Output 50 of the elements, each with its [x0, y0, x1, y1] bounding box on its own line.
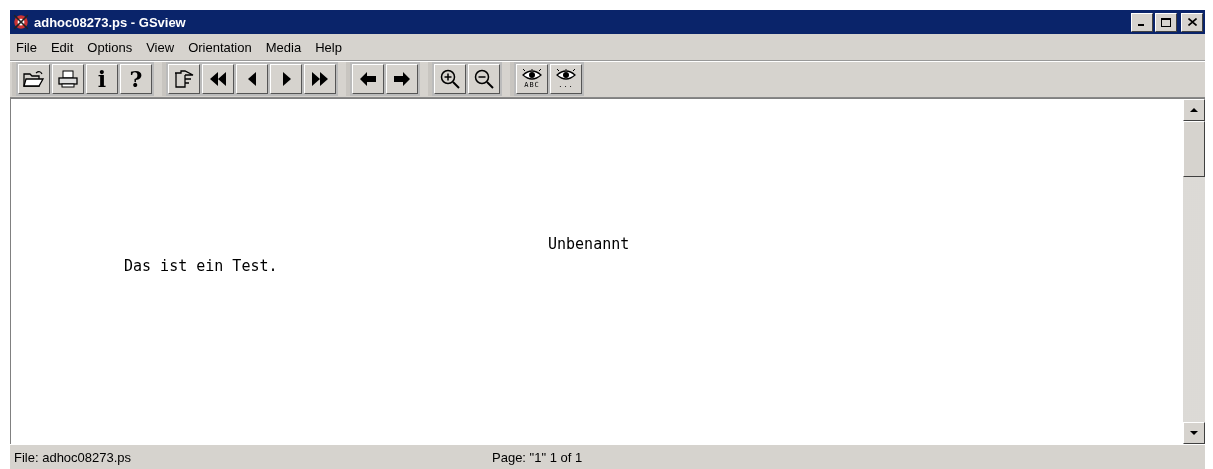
close-icon	[1187, 18, 1197, 26]
previous-icon	[247, 72, 257, 86]
menu-item[interactable]: Edit	[50, 39, 74, 55]
first-page-icon	[209, 72, 227, 86]
printer-icon	[57, 70, 79, 88]
zoom-in-icon	[440, 69, 460, 89]
scroll-up-button[interactable]	[1183, 99, 1205, 121]
menu-item[interactable]: Orientation	[188, 39, 252, 55]
open-button[interactable]	[18, 64, 50, 94]
vertical-scrollbar[interactable]	[1183, 99, 1205, 444]
eye-icon	[522, 69, 542, 81]
document-text: Das ist ein Test.	[124, 257, 278, 275]
scroll-thumb[interactable]	[1183, 121, 1205, 177]
forward-button[interactable]	[386, 64, 418, 94]
maximize-icon	[1161, 17, 1171, 27]
print-button[interactable]	[52, 64, 84, 94]
toolbar-button[interactable]: i	[86, 64, 118, 94]
hand-button[interactable]	[168, 64, 200, 94]
maximize-button[interactable]	[1155, 12, 1177, 32]
zoom-in-button[interactable]	[434, 64, 466, 94]
menu-item[interactable]: File	[16, 39, 37, 55]
window-title: adhoc08273.ps - GSview	[34, 14, 187, 30]
eye-icon	[556, 69, 576, 81]
first-page-button[interactable]	[202, 64, 234, 94]
menu-item[interactable]: Options	[87, 39, 133, 55]
menu-item[interactable]: Media	[265, 39, 302, 55]
next-icon	[281, 72, 291, 86]
down-arrow-icon	[1190, 431, 1198, 435]
open-folder-icon	[23, 70, 45, 88]
previous-page-button[interactable]	[236, 64, 268, 94]
right-arrow-icon	[394, 72, 410, 86]
back-button[interactable]	[352, 64, 384, 94]
last-page-icon	[311, 72, 329, 86]
last-page-button[interactable]	[304, 64, 336, 94]
menu-item[interactable]: View	[146, 39, 175, 55]
hand-icon	[173, 69, 195, 89]
zoom-out-button[interactable]	[468, 64, 500, 94]
document-text: Unbenannt	[548, 235, 630, 253]
up-arrow-icon	[1190, 108, 1198, 112]
next-page-button[interactable]	[270, 64, 302, 94]
menu-item[interactable]: Help	[315, 39, 342, 55]
zoom-out-icon	[474, 69, 494, 89]
scroll-down-button[interactable]	[1183, 422, 1205, 444]
app-icon	[12, 13, 30, 31]
minimize-button[interactable]	[1131, 12, 1153, 32]
left-arrow-icon	[360, 72, 376, 86]
status-file: File: adhoc08273.ps	[13, 449, 133, 465]
close-button[interactable]	[1181, 12, 1203, 32]
status-page: Page: "1" 1 of 1	[492, 449, 583, 465]
toolbar-button[interactable]: ?	[120, 64, 152, 94]
